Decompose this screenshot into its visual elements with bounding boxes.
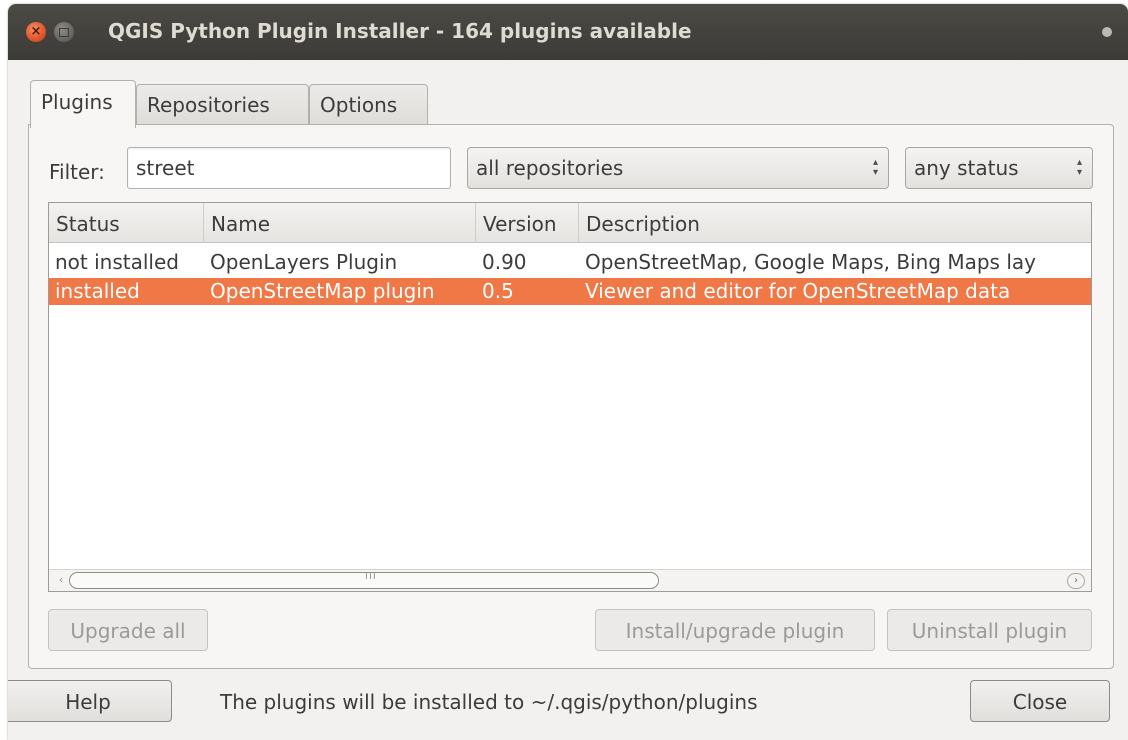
cell-description: OpenStreetMap, Google Maps, Bing Maps la…	[585, 250, 1036, 274]
filter-input[interactable]: street	[127, 147, 451, 189]
tab-plugins[interactable]: Plugins	[30, 80, 136, 128]
column-header-version[interactable]: Version	[476, 203, 579, 243]
repository-select[interactable]: all repositories ▴ ▾	[467, 147, 889, 189]
scroll-grip-icon: III	[365, 571, 377, 582]
filter-label: Filter:	[49, 160, 105, 184]
install-path-label: The plugins will be installed to ~/.qgis…	[220, 690, 758, 714]
window-title: QGIS Python Plugin Installer - 164 plugi…	[108, 19, 692, 43]
column-header-name[interactable]: Name	[204, 203, 476, 243]
plugins-table[interactable]: Status Name Version Description not inst…	[48, 202, 1092, 592]
cell-status: installed	[55, 279, 140, 303]
cell-description: Viewer and editor for OpenStreetMap data	[585, 279, 1011, 303]
maximize-window-icon[interactable]	[54, 22, 74, 42]
cell-name: OpenLayers Plugin	[210, 250, 398, 274]
title-bar: × QGIS Python Plugin Installer - 164 plu…	[8, 4, 1128, 60]
install-upgrade-button[interactable]: Install/upgrade plugin	[595, 609, 875, 651]
column-header-description[interactable]: Description	[579, 203, 1091, 243]
plugin-installer-window: × QGIS Python Plugin Installer - 164 plu…	[8, 4, 1128, 740]
cell-version: 0.90	[482, 250, 527, 274]
tab-options[interactable]: Options	[309, 84, 428, 126]
status-select-value: any status	[914, 156, 1019, 180]
plugins-panel: Filter: street all repositories ▴ ▾ any s…	[28, 124, 1114, 669]
status-select[interactable]: any status ▴ ▾	[905, 147, 1093, 189]
close-window-icon[interactable]: ×	[26, 22, 46, 42]
repository-select-value: all repositories	[476, 156, 624, 180]
horizontal-scrollbar[interactable]: ‹ III ›	[49, 569, 1091, 591]
close-button[interactable]: Close	[970, 680, 1110, 722]
table-row-selected[interactable]: installed OpenStreetMap plugin 0.5 Viewe…	[49, 278, 1091, 305]
cell-name: OpenStreetMap plugin	[210, 279, 435, 303]
scroll-right-icon[interactable]: ›	[1067, 573, 1085, 589]
upgrade-all-button[interactable]: Upgrade all	[48, 609, 208, 651]
window-menu-indicator-icon	[1102, 27, 1112, 37]
scrollbar-thumb[interactable]: III	[69, 571, 659, 589]
cell-version: 0.5	[482, 279, 514, 303]
table-row[interactable]: not installed OpenLayers Plugin 0.90 Ope…	[49, 249, 1091, 276]
scroll-left-icon[interactable]: ‹	[52, 573, 70, 589]
uninstall-button[interactable]: Uninstall plugin	[887, 609, 1092, 651]
select-arrows-icon: ▴ ▾	[872, 157, 878, 178]
table-header: Status Name Version Description	[49, 203, 1091, 243]
column-header-status[interactable]: Status	[49, 203, 204, 243]
cell-status: not installed	[55, 250, 179, 274]
select-arrows-icon: ▴ ▾	[1076, 157, 1082, 178]
tab-repositories[interactable]: Repositories	[136, 84, 309, 126]
help-button[interactable]: Help	[8, 680, 172, 722]
